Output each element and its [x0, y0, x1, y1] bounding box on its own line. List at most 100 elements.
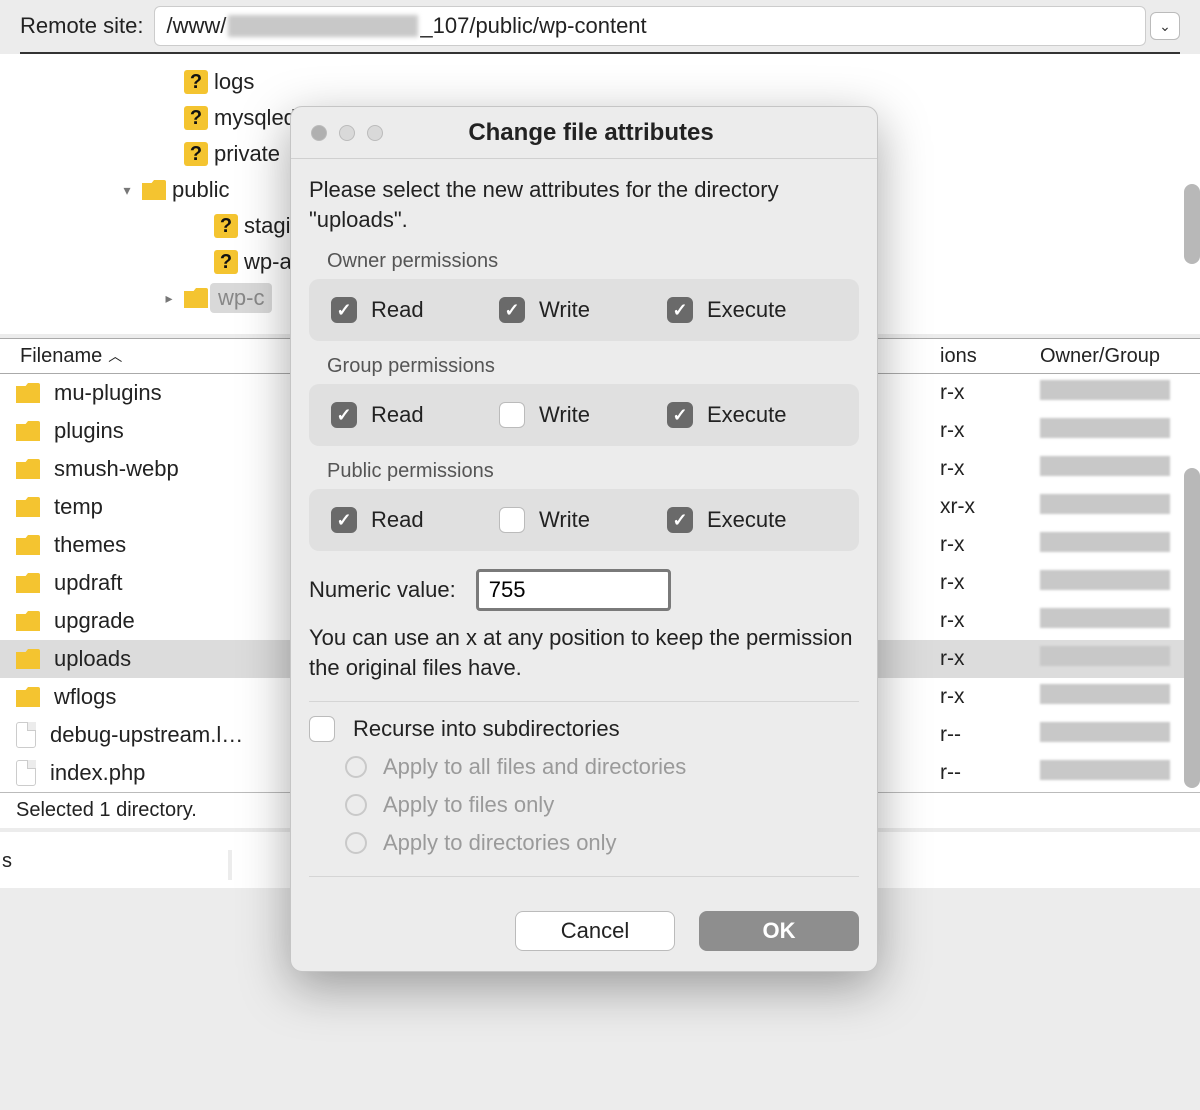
owner-write-checkbox[interactable]: ✓: [499, 297, 525, 323]
tree-item-label: public: [172, 177, 229, 203]
tree-item-label: wp-a: [244, 249, 292, 275]
bottom-splitter[interactable]: [228, 850, 232, 880]
column-filename[interactable]: Filename: [20, 345, 102, 368]
tree-item-label: stagi: [244, 213, 290, 239]
numeric-value-label: Numeric value:: [309, 577, 456, 603]
numeric-hint: You can use an x at any position to keep…: [309, 623, 859, 682]
unknown-folder-icon: ?: [184, 70, 208, 94]
unknown-folder-icon: ?: [184, 142, 208, 166]
unknown-folder-icon: ?: [214, 214, 238, 238]
folder-icon: [16, 649, 40, 669]
permissions-cell: xr-x: [940, 495, 1040, 519]
owner-read-checkbox[interactable]: ✓: [331, 297, 357, 323]
folder-icon: [16, 535, 40, 555]
owner-cell: [1040, 760, 1200, 786]
permissions-cell: r-x: [940, 647, 1040, 671]
folder-icon: [142, 180, 166, 200]
dialog-prompt: Please select the new attributes for the…: [309, 175, 859, 234]
folder-icon: [16, 421, 40, 441]
tree-item-label: mysqled: [214, 105, 296, 131]
owner-execute-label: Execute: [707, 297, 787, 323]
group-permissions-group: ✓ Read Write ✓ Execute: [309, 384, 859, 446]
owner-cell: [1040, 380, 1200, 406]
public-execute-checkbox[interactable]: ✓: [667, 507, 693, 533]
recurse-apply-all-label: Apply to all files and directories: [383, 754, 686, 780]
permissions-cell: r-x: [940, 457, 1040, 481]
chevron-down-icon: ⌄: [1159, 18, 1171, 35]
permissions-cell: r--: [940, 723, 1040, 747]
numeric-value-input[interactable]: [476, 569, 671, 611]
redacted-path-segment: [228, 15, 418, 37]
permissions-cell: r-x: [940, 571, 1040, 595]
public-execute-label: Execute: [707, 507, 787, 533]
expander-icon[interactable]: ▸: [160, 290, 178, 307]
tree-scrollbar[interactable]: [1184, 184, 1200, 264]
public-read-label: Read: [371, 507, 424, 533]
public-permissions-label: Public permissions: [309, 452, 859, 489]
public-read-checkbox[interactable]: ✓: [331, 507, 357, 533]
owner-cell: [1040, 418, 1200, 444]
owner-permissions-group: ✓ Read ✓ Write ✓ Execute: [309, 279, 859, 341]
group-read-label: Read: [371, 402, 424, 428]
group-read-checkbox[interactable]: ✓: [331, 402, 357, 428]
bottom-panel-text: s: [0, 850, 12, 872]
cancel-button[interactable]: Cancel: [515, 911, 675, 951]
owner-cell: [1040, 570, 1200, 596]
folder-icon: [16, 383, 40, 403]
recurse-apply-files-radio: [345, 794, 367, 816]
folder-icon: [16, 573, 40, 593]
permissions-cell: r-x: [940, 533, 1040, 557]
owner-write-label: Write: [539, 297, 590, 323]
file-icon: [16, 722, 36, 748]
owner-cell: [1040, 684, 1200, 710]
recurse-checkbox[interactable]: [309, 716, 335, 742]
owner-cell: [1040, 494, 1200, 520]
folder-icon: [16, 687, 40, 707]
group-permissions-label: Group permissions: [309, 347, 859, 384]
column-permissions[interactable]: ions: [940, 345, 1040, 368]
permissions-cell: r--: [940, 761, 1040, 785]
public-write-checkbox[interactable]: [499, 507, 525, 533]
owner-read-label: Read: [371, 297, 424, 323]
group-write-checkbox[interactable]: [499, 402, 525, 428]
recurse-apply-dirs-label: Apply to directories only: [383, 830, 617, 856]
sort-ascending-icon: ︿: [108, 346, 122, 366]
owner-cell: [1040, 608, 1200, 634]
unknown-folder-icon: ?: [214, 250, 238, 274]
table-scrollbar[interactable]: [1184, 468, 1200, 788]
remote-site-label: Remote site:: [20, 13, 144, 39]
group-execute-checkbox[interactable]: ✓: [667, 402, 693, 428]
tree-item-label: private: [214, 141, 280, 167]
folder-icon: [16, 459, 40, 479]
group-write-label: Write: [539, 402, 590, 428]
folder-icon: [184, 288, 208, 308]
folder-icon: [16, 497, 40, 517]
owner-cell: [1040, 722, 1200, 748]
tree-item[interactable]: ?logs: [0, 64, 1200, 100]
owner-execute-checkbox[interactable]: ✓: [667, 297, 693, 323]
dialog-title: Change file attributes: [325, 119, 857, 147]
group-execute-label: Execute: [707, 402, 787, 428]
owner-cell: [1040, 532, 1200, 558]
tree-item-label: wp-c: [210, 283, 272, 313]
public-permissions-group: ✓ReadWrite✓Execute: [309, 489, 859, 551]
change-attributes-dialog: Change file attributes Please select the…: [290, 106, 878, 972]
owner-cell: [1040, 646, 1200, 672]
file-icon: [16, 760, 36, 786]
column-owner[interactable]: Owner/Group: [1040, 345, 1200, 368]
owner-cell: [1040, 456, 1200, 482]
folder-icon: [16, 611, 40, 631]
recurse-label: Recurse into subdirectories: [353, 716, 620, 742]
expander-icon[interactable]: ▾: [118, 182, 136, 199]
recurse-apply-files-label: Apply to files only: [383, 792, 554, 818]
recurse-apply-all-radio: [345, 756, 367, 778]
permissions-cell: r-x: [940, 419, 1040, 443]
recurse-apply-dirs-radio: [345, 832, 367, 854]
owner-permissions-label: Owner permissions: [309, 242, 859, 279]
path-dropdown-button[interactable]: ⌄: [1150, 12, 1180, 40]
permissions-cell: r-x: [940, 381, 1040, 405]
ok-button[interactable]: OK: [699, 911, 859, 951]
remote-path-field[interactable]: /www/ _107/public/wp-content: [154, 6, 1147, 46]
tree-item-label: logs: [214, 69, 254, 95]
permissions-cell: r-x: [940, 685, 1040, 709]
